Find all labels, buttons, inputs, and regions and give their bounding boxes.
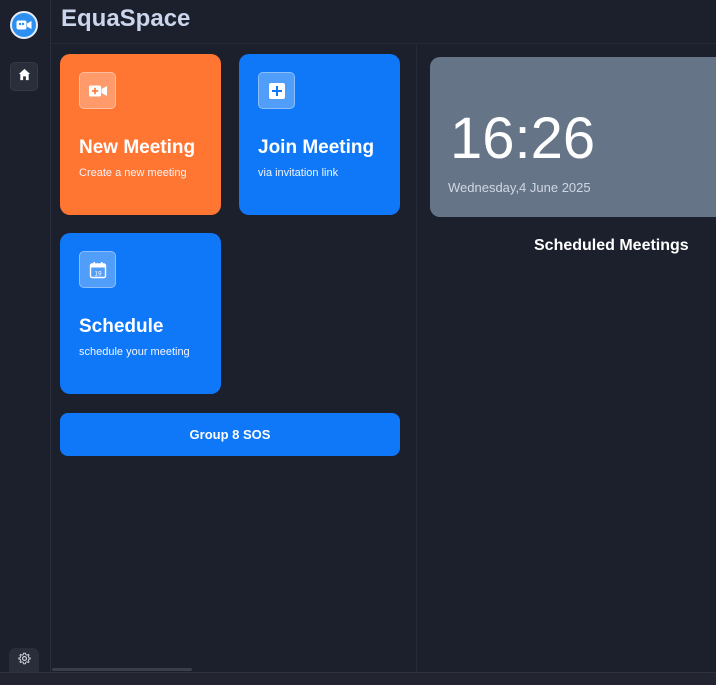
app-window: EquaSpace New Meeting Create a new meeti… bbox=[0, 0, 716, 685]
app-logo-icon[interactable] bbox=[10, 11, 38, 39]
calendar-icon-day: 19 bbox=[94, 270, 102, 277]
scheduled-meetings-heading: Scheduled Meetings bbox=[534, 237, 689, 254]
horizontal-scrollbar[interactable] bbox=[52, 668, 192, 671]
new-meeting-subtitle: Create a new meeting bbox=[79, 167, 187, 179]
bottom-bar bbox=[0, 672, 716, 685]
group-button[interactable]: Group 8 SOS bbox=[60, 413, 400, 456]
app-title: EquaSpace bbox=[61, 5, 191, 32]
home-button[interactable] bbox=[10, 62, 38, 91]
join-meeting-title: Join Meeting bbox=[258, 137, 375, 158]
new-meeting-title: New Meeting bbox=[79, 137, 196, 158]
calendar-icon: 19 bbox=[79, 251, 116, 288]
content-divider bbox=[416, 44, 417, 672]
clock-card: 16:26 Wednesday,4 June 2025 bbox=[430, 57, 716, 217]
plus-square-icon bbox=[258, 72, 295, 109]
clock-time: 16:26 bbox=[450, 106, 596, 171]
settings-button[interactable] bbox=[9, 648, 39, 674]
gear-icon bbox=[17, 652, 31, 670]
schedule-title: Schedule bbox=[79, 316, 164, 337]
schedule-subtitle: schedule your meeting bbox=[79, 346, 190, 358]
sidebar bbox=[0, 0, 51, 674]
new-meeting-card[interactable]: New Meeting Create a new meeting bbox=[60, 54, 221, 215]
home-icon bbox=[18, 68, 31, 86]
join-meeting-card[interactable]: Join Meeting via invitation link bbox=[239, 54, 400, 215]
clock-date: Wednesday,4 June 2025 bbox=[448, 180, 591, 195]
header-divider bbox=[51, 43, 716, 44]
video-plus-icon bbox=[79, 72, 116, 109]
schedule-card[interactable]: 19 Schedule schedule your meeting bbox=[60, 233, 221, 394]
join-meeting-subtitle: via invitation link bbox=[258, 167, 339, 179]
